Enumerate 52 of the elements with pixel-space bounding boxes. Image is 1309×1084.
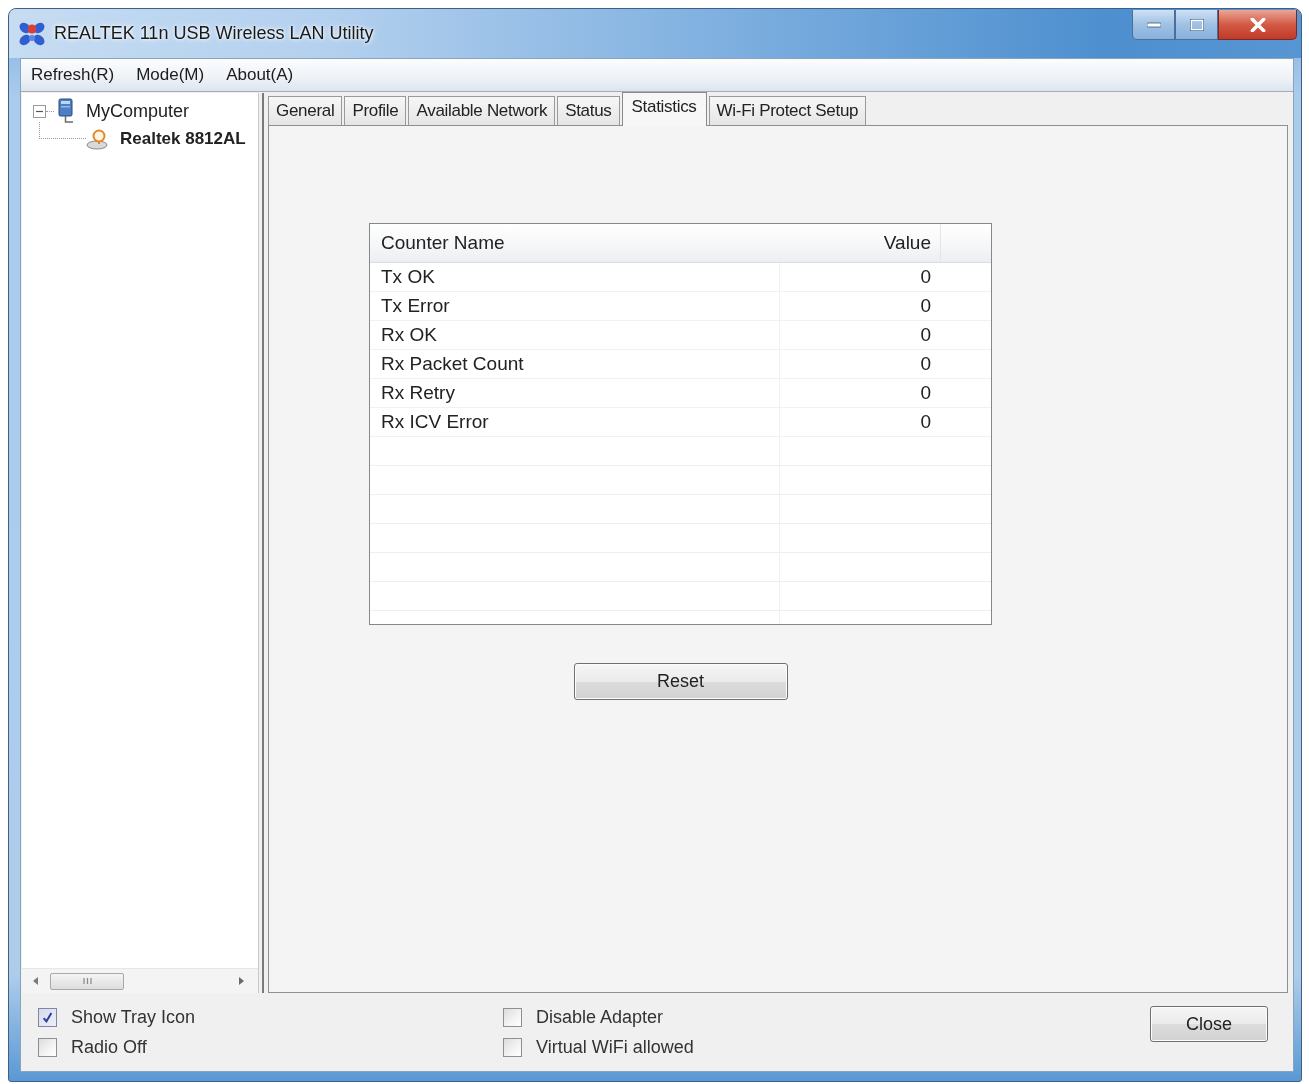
tab[interactable]: Available Network bbox=[408, 96, 556, 125]
tree-item[interactable]: MyComputer bbox=[86, 100, 190, 122]
table-cell: Tx Error bbox=[370, 292, 780, 320]
window-title: REALTEK 11n USB Wireless LAN Utility bbox=[54, 23, 374, 44]
tab[interactable]: Wi-Fi Protect Setup bbox=[708, 96, 867, 125]
table-cell-text: 0 bbox=[919, 265, 932, 289]
checkbox[interactable] bbox=[38, 1037, 57, 1057]
tab[interactable]: General bbox=[268, 96, 343, 125]
checkbox-label[interactable]: Disable Adapter bbox=[536, 1006, 664, 1028]
minimize-button[interactable] bbox=[1132, 10, 1175, 40]
checkbox[interactable] bbox=[503, 1007, 522, 1027]
tab[interactable]: Status bbox=[557, 96, 620, 125]
app-logo-icon bbox=[18, 20, 46, 47]
menu-item[interactable]: Mode(M) bbox=[132, 62, 209, 88]
grip-icon bbox=[82, 978, 92, 984]
maximize-button[interactable] bbox=[1175, 10, 1218, 40]
computer-icon bbox=[56, 98, 76, 124]
adapter-icon bbox=[86, 128, 110, 150]
maximize-icon bbox=[1189, 18, 1204, 31]
table-cell: Rx Packet Count bbox=[370, 350, 780, 378]
scroll-right-icon[interactable] bbox=[239, 977, 244, 985]
table-cell-text: 0 bbox=[919, 410, 932, 434]
table-cell: Rx ICV Error bbox=[370, 408, 780, 436]
reset-button[interactable]: Reset bbox=[573, 663, 788, 700]
table-cell: Rx Retry bbox=[370, 379, 780, 407]
table-cell-text: 0 bbox=[919, 323, 932, 347]
table-cell-text: 0 bbox=[919, 352, 932, 376]
tree-item[interactable]: Realtek 8812AL bbox=[120, 129, 246, 149]
checkbox-label[interactable]: Show Tray Icon bbox=[71, 1006, 196, 1028]
column-header[interactable]: Value bbox=[780, 224, 941, 262]
table-cell-text: 0 bbox=[919, 294, 932, 318]
tree-connector-line bbox=[46, 110, 54, 112]
column-header[interactable]: Counter Name bbox=[370, 224, 780, 262]
close-icon bbox=[1249, 17, 1266, 32]
scrollbar-thumb[interactable] bbox=[50, 972, 124, 990]
table-cell-text: 0 bbox=[919, 381, 932, 405]
close-dialog-button[interactable]: Close bbox=[1150, 1006, 1268, 1042]
checkbox-label[interactable]: Radio Off bbox=[71, 1036, 147, 1058]
close-button[interactable] bbox=[1218, 10, 1297, 40]
checkbox[interactable] bbox=[38, 1007, 57, 1027]
table-cell: Rx OK bbox=[370, 321, 780, 349]
tab[interactable]: Profile bbox=[344, 96, 407, 125]
scroll-left-icon[interactable] bbox=[33, 977, 38, 985]
menu-item[interactable]: Refresh(R) bbox=[27, 62, 119, 88]
tab[interactable]: Statistics bbox=[621, 92, 707, 126]
collapse-icon[interactable] bbox=[33, 104, 46, 118]
checkbox[interactable] bbox=[503, 1037, 522, 1057]
tree-connector-line bbox=[39, 121, 86, 139]
checkmark-icon bbox=[42, 1011, 53, 1023]
table-cell: Tx OK bbox=[370, 263, 780, 291]
menu-item[interactable]: About(A) bbox=[222, 62, 298, 88]
checkbox-label[interactable]: Virtual WiFi allowed bbox=[536, 1036, 694, 1058]
